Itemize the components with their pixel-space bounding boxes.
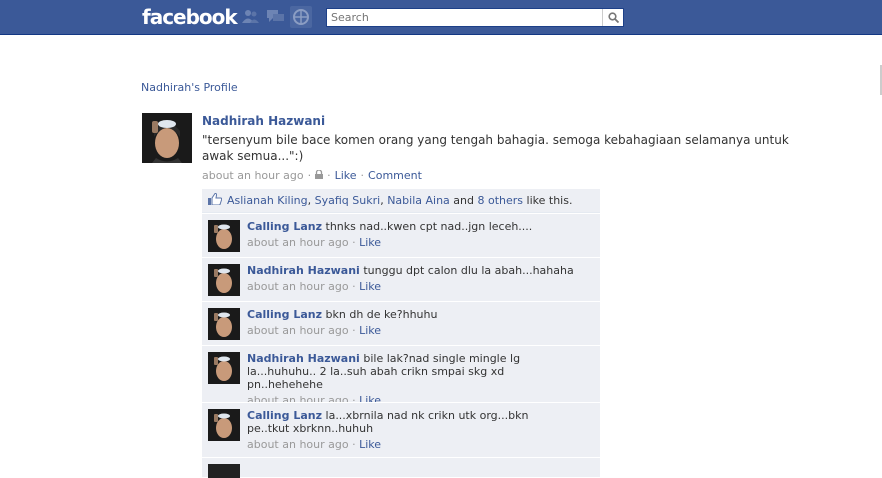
likes-summary: Aslianah Kiling, Syafiq Sukri, Nabila Ai… xyxy=(202,189,600,213)
messages-icon[interactable] xyxy=(267,9,284,24)
thumbs-up-icon xyxy=(208,192,223,208)
post-time[interactable]: about an hour ago xyxy=(202,169,304,182)
post: Nadhirah Hazwani "tersenyum bile bace ko… xyxy=(202,114,802,182)
post-meta: about an hour ago · · Like · Comment xyxy=(202,169,802,182)
commenter-avatar[interactable] xyxy=(208,220,240,252)
comma: , xyxy=(307,194,315,207)
comment-like-link[interactable]: Like xyxy=(359,324,381,337)
top-bar: facebook xyxy=(0,0,882,35)
breadcrumb[interactable]: Nadhirah's Profile xyxy=(141,81,238,94)
separator: · xyxy=(327,169,331,182)
commenter-avatar[interactable] xyxy=(208,409,240,441)
liker-link[interactable]: Aslianah Kiling xyxy=(227,194,308,207)
comment-item: Nadhirah Hazwani tunggu dpt calon dlu la… xyxy=(202,257,600,301)
comment-meta: about an hour ago · Like xyxy=(247,438,382,451)
comment-text: bkn dh de ke?hhuhu xyxy=(325,308,438,321)
comment-meta: about an hour ago · Like xyxy=(247,236,382,249)
comment-body: Calling Lanz thnks nad..kwen cpt nad..jg… xyxy=(247,220,594,233)
comma: , xyxy=(380,194,388,207)
commenter-avatar[interactable] xyxy=(208,464,240,478)
comment-text: thnks nad..kwen cpt nad..jgn leceh.... xyxy=(325,220,533,233)
separator: · xyxy=(307,169,312,182)
notifications-icon[interactable] xyxy=(290,6,312,28)
comment-body: Nadhirah Hazwani bile lak?nad single min… xyxy=(247,352,552,391)
commenter-avatar[interactable] xyxy=(208,264,240,296)
feedback-box: Aslianah Kiling, Syafiq Sukri, Nabila Ai… xyxy=(202,189,600,478)
comment-author[interactable]: Calling Lanz xyxy=(247,409,322,422)
comment-author[interactable]: Calling Lanz xyxy=(247,308,322,321)
post-message: "tersenyum bile bace komen orang yang te… xyxy=(202,133,789,163)
separator: · xyxy=(360,169,365,182)
comment-body: Calling Lanz la...xbrnila nad nk crikn u… xyxy=(247,409,552,435)
commenter-avatar[interactable] xyxy=(208,352,240,384)
post-author[interactable]: Nadhirah Hazwani xyxy=(202,114,802,128)
comment-meta: about an hour ago · Like xyxy=(247,324,382,337)
liker-link[interactable]: Nabila Aina xyxy=(387,194,450,207)
comment-meta: about an hour ago · Like xyxy=(247,280,382,293)
comment-item: Calling Lanz thnks nad..kwen cpt nad..jg… xyxy=(202,213,600,257)
comment-item: Nadhirah Hazwani bile lak?nad single min… xyxy=(202,345,600,407)
comment-time[interactable]: about an hour ago xyxy=(247,438,349,451)
likes-suffix: like this. xyxy=(526,194,573,207)
comment-item: Calling Lanz bkn dh de ke?hhuhu about an… xyxy=(202,301,600,345)
post-comment-link[interactable]: Comment xyxy=(368,169,422,182)
friend-requests-icon[interactable] xyxy=(242,9,259,24)
facebook-logo[interactable]: facebook xyxy=(142,5,238,29)
comment-item-partial xyxy=(202,457,600,478)
comment-text: tunggu dpt calon dlu la abah...hahaha xyxy=(363,264,574,277)
comment-like-link[interactable]: Like xyxy=(359,280,381,293)
search-input[interactable] xyxy=(327,9,601,26)
likes-and: and xyxy=(453,194,474,207)
commenter-avatar[interactable] xyxy=(208,308,240,340)
comment-time[interactable]: about an hour ago xyxy=(247,236,349,249)
comment-time[interactable]: about an hour ago xyxy=(247,324,349,337)
search-box xyxy=(326,8,624,27)
comment-author[interactable]: Nadhirah Hazwani xyxy=(247,264,360,277)
comment-author[interactable]: Calling Lanz xyxy=(247,220,322,233)
comment-body: Calling Lanz bkn dh de ke?hhuhu xyxy=(247,308,594,321)
post-like-link[interactable]: Like xyxy=(335,169,357,182)
avatar[interactable] xyxy=(142,113,192,163)
search-icon[interactable] xyxy=(602,9,623,26)
comment-like-link[interactable]: Like xyxy=(359,438,381,451)
comment-like-link[interactable]: Like xyxy=(359,236,381,249)
liker-link[interactable]: Syafiq Sukri xyxy=(315,194,381,207)
likes-others-link[interactable]: 8 others xyxy=(478,194,524,207)
comment-time[interactable]: about an hour ago xyxy=(247,280,349,293)
lock-icon[interactable] xyxy=(315,169,324,182)
comment-body: Nadhirah Hazwani tunggu dpt calon dlu la… xyxy=(247,264,594,277)
comment-item: Calling Lanz la...xbrnila nad nk crikn u… xyxy=(202,402,600,457)
comment-author[interactable]: Nadhirah Hazwani xyxy=(247,352,360,365)
